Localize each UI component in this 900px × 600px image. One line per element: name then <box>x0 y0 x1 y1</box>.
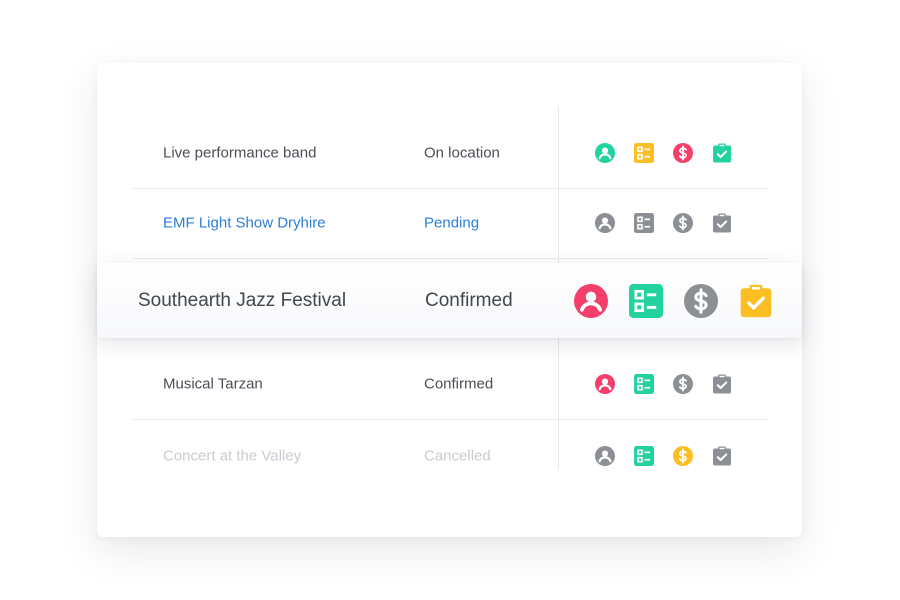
person-icon[interactable] <box>595 213 615 233</box>
checklist-icon[interactable] <box>634 143 654 163</box>
row-status-icons <box>595 374 732 394</box>
event-name: Concert at the Valley <box>163 447 302 464</box>
event-status: On location <box>424 144 500 162</box>
clipboard-check-icon[interactable] <box>712 446 732 466</box>
checklist-icon[interactable] <box>634 445 654 466</box>
person-icon[interactable] <box>574 283 608 318</box>
row-status-icons <box>595 143 732 163</box>
event-name: Southearth Jazz Festival <box>138 289 347 311</box>
event-name[interactable]: EMF Light Show Dryhire <box>163 215 326 232</box>
event-status: Pending <box>424 214 480 232</box>
row-status-icons <box>595 213 732 233</box>
event-status: Confirmed <box>425 289 513 311</box>
table-row[interactable]: EMF Light Show Dryhire Pending <box>133 188 768 259</box>
event-status: Cancelled <box>424 447 491 464</box>
person-icon[interactable] <box>595 445 615 466</box>
person-icon[interactable] <box>595 143 615 163</box>
checklist-icon[interactable] <box>629 283 663 318</box>
event-status: Confirmed <box>424 375 494 393</box>
dollar-icon[interactable] <box>673 374 693 394</box>
checklist-icon[interactable] <box>634 374 654 394</box>
stage: Live performance band On location EMF Li… <box>0 0 900 600</box>
row-status-icons <box>595 445 732 466</box>
clipboard-check-icon[interactable] <box>712 213 732 233</box>
event-name: Musical Tarzan <box>163 375 263 393</box>
dollar-icon[interactable] <box>673 445 693 466</box>
table-row[interactable]: Concert at the Valley Cancelled <box>133 420 768 491</box>
clipboard-check-icon[interactable] <box>739 284 773 318</box>
checklist-icon[interactable] <box>634 213 654 233</box>
table-row[interactable]: Musical Tarzan Confirmed <box>133 349 768 420</box>
dollar-icon[interactable] <box>673 143 693 163</box>
table-row[interactable]: Live performance band On location <box>133 118 768 189</box>
row-status-icons <box>574 283 773 318</box>
clipboard-check-icon[interactable] <box>712 374 732 394</box>
dollar-icon[interactable] <box>684 283 718 318</box>
dollar-icon[interactable] <box>673 213 693 233</box>
highlighted-table-row[interactable]: Southearth Jazz Festival Confirmed <box>97 263 802 338</box>
person-icon[interactable] <box>595 374 615 394</box>
clipboard-check-icon[interactable] <box>712 143 732 163</box>
event-name: Live performance band <box>163 144 317 162</box>
